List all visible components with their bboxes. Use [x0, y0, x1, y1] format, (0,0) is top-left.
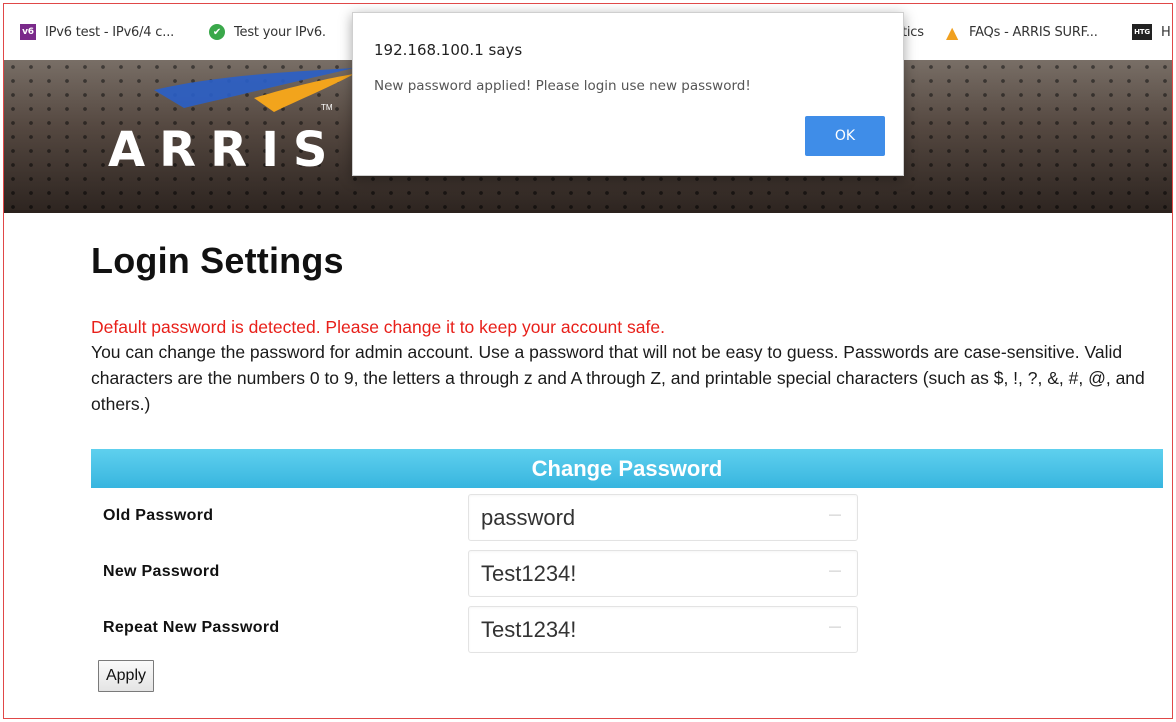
bookmark-htg[interactable]: HTG H — [1132, 22, 1171, 42]
dialog-message: New password applied! Please login use n… — [374, 78, 751, 94]
repeat-password-field: — — [468, 606, 858, 653]
bookmark-label: IPv6 test - IPv6/4 c... — [45, 24, 175, 40]
autofill-dropdown-icon[interactable]: — — [829, 619, 841, 633]
new-password-input[interactable] — [469, 551, 809, 596]
password-description: You can change the password for admin ac… — [91, 342, 1145, 414]
new-password-field: — — [468, 550, 858, 597]
bookmark-ipv6-test[interactable]: v6 IPv6 test - IPv6/4 c... — [20, 22, 174, 42]
autofill-dropdown-icon[interactable]: — — [829, 563, 841, 577]
bookmark-label: Test your IPv6. — [234, 24, 326, 40]
dialog-title: 192.168.100.1 says — [374, 41, 523, 59]
bookmark-arris-faqs[interactable]: ▲ FAQs - ARRIS SURF... — [944, 22, 1098, 42]
autofill-dropdown-icon[interactable]: — — [829, 507, 841, 521]
ipv6-logo-icon: v6 — [20, 24, 36, 40]
arris-swoosh-icon — [154, 68, 354, 112]
arris-logo: ARRIS — [108, 122, 342, 178]
old-password-row: Old Password — — [91, 488, 1163, 544]
ok-button[interactable]: OK — [805, 116, 885, 156]
repeat-password-input[interactable] — [469, 607, 809, 652]
alert-dialog: 192.168.100.1 says New password applied!… — [352, 12, 904, 176]
bookmark-statistics[interactable]: tics — [902, 22, 924, 42]
htg-logo-icon: HTG — [1132, 24, 1152, 40]
bookmark-label: FAQs - ARRIS SURF... — [969, 24, 1098, 40]
page-title: Login Settings — [91, 240, 344, 281]
old-password-field: — — [468, 494, 858, 541]
default-password-warning: Default password is detected. Please cha… — [91, 317, 665, 337]
new-password-label: New Password — [103, 563, 220, 580]
repeat-password-row: Repeat New Password — — [91, 600, 1163, 656]
old-password-label: Old Password — [103, 507, 214, 524]
screenshot-frame: v6 IPv6 test - IPv6/4 c... ✔ Test your I… — [3, 3, 1173, 719]
green-check-icon: ✔ — [209, 24, 225, 40]
bookmark-test-your-ipv6[interactable]: ✔ Test your IPv6. — [209, 22, 326, 42]
old-password-input[interactable] — [469, 495, 809, 540]
new-password-row: New Password — — [91, 544, 1163, 600]
change-password-form: Change Password Old Password — New Passw… — [91, 449, 1163, 656]
bookmark-label: H — [1161, 24, 1171, 40]
repeat-password-label: Repeat New Password — [103, 619, 280, 636]
trademark-mark: TM — [321, 103, 333, 112]
bookmark-label: tics — [902, 24, 924, 40]
arris-logo-icon: ▲ — [945, 22, 959, 42]
main-content: Login Settings Default password is detec… — [91, 240, 1166, 417]
apply-button[interactable]: Apply — [98, 660, 154, 692]
change-password-heading: Change Password — [91, 449, 1163, 488]
